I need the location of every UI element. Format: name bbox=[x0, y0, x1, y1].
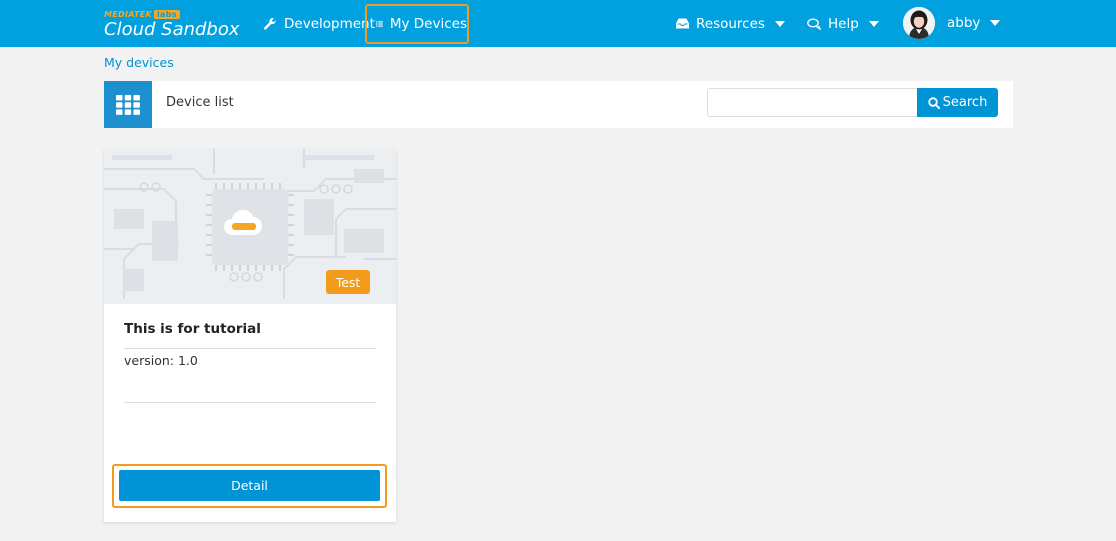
brand-product: Cloud Sandbox bbox=[104, 19, 240, 40]
grid-icon bbox=[116, 94, 140, 115]
user-name: abby bbox=[947, 15, 981, 31]
avatar bbox=[903, 7, 935, 39]
device-list-header: Device list Search bbox=[104, 81, 1013, 128]
page-title: Device list bbox=[166, 95, 234, 110]
chevron-down-icon bbox=[774, 20, 785, 27]
user-menu[interactable]: abby bbox=[903, 6, 1001, 40]
chat-icon bbox=[807, 18, 821, 30]
breadcrumb[interactable]: My devices bbox=[104, 55, 174, 70]
device-image: Test bbox=[104, 149, 396, 304]
nav-resources-label: Resources bbox=[696, 15, 765, 32]
divider bbox=[124, 402, 376, 403]
nav-my-devices-label: My Devices bbox=[389, 16, 467, 32]
search-button[interactable]: Search bbox=[917, 88, 998, 117]
brand-labs: labs bbox=[154, 10, 180, 19]
nav-help-label: Help bbox=[828, 15, 859, 32]
nav-resources[interactable]: Resources bbox=[676, 0, 785, 47]
device-card: Test This is for tutorial version: 1.0 D… bbox=[104, 149, 396, 522]
nav-my-devices[interactable]: My Devices bbox=[365, 4, 469, 44]
nav-development[interactable]: Development bbox=[263, 0, 375, 47]
brand-logo[interactable]: MEDIATEK labs Cloud Sandbox bbox=[104, 6, 240, 42]
chevron-down-icon bbox=[990, 20, 1001, 26]
status-badge: Test bbox=[326, 270, 370, 294]
nav-development-label: Development bbox=[284, 15, 375, 32]
nav-help[interactable]: Help bbox=[807, 0, 879, 47]
inbox-icon bbox=[676, 18, 689, 29]
wrench-icon bbox=[263, 17, 276, 30]
device-version: version: 1.0 bbox=[124, 353, 198, 368]
divider bbox=[124, 348, 376, 349]
search-button-label: Search bbox=[942, 95, 988, 110]
device-name: This is for tutorial bbox=[124, 321, 261, 337]
brand-company: MEDIATEK bbox=[104, 10, 152, 19]
top-navbar: MEDIATEK labs Cloud Sandbox Development M… bbox=[0, 0, 1116, 47]
chevron-down-icon bbox=[868, 20, 879, 27]
search-icon bbox=[927, 96, 940, 109]
device-list-icon-box bbox=[104, 81, 152, 128]
search-input[interactable] bbox=[707, 88, 918, 117]
list-icon bbox=[376, 21, 383, 27]
detail-button[interactable]: Detail bbox=[119, 470, 380, 501]
